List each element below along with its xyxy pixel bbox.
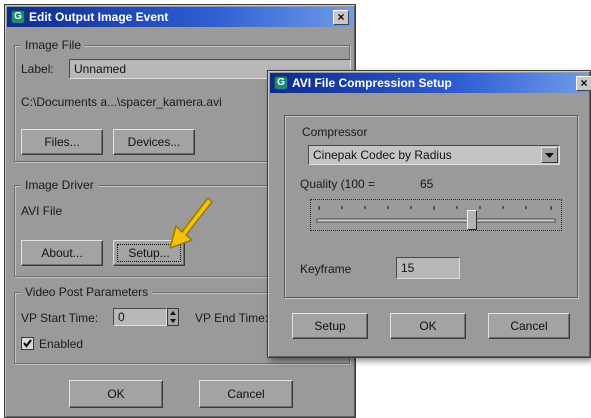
avi-compression-setup-dialog: G AVI File Compression Setup × Compresso… [267, 70, 591, 358]
cancel-button[interactable]: Cancel [199, 380, 293, 408]
compressor-select[interactable]: Cinepak Codec by Radius [308, 145, 560, 165]
ok-button[interactable]: OK [69, 380, 163, 408]
avi-close-button[interactable]: × [576, 76, 591, 91]
avi-setup-button[interactable]: Setup [292, 313, 368, 339]
compressor-caption: Compressor [302, 125, 368, 139]
dialog-title: Edit Output Image Event [29, 10, 169, 24]
avi-cancel-button[interactable]: Cancel [488, 313, 570, 339]
devices-button[interactable]: Devices... [113, 129, 195, 155]
keyframe-field[interactable]: 15 [396, 257, 460, 279]
enabled-label: Enabled [39, 337, 84, 351]
quality-slider[interactable] [310, 199, 562, 231]
video-post-group-label: Video Post Parameters [21, 285, 153, 299]
quality-value: 65 [420, 177, 434, 191]
files-button[interactable]: Files... [21, 129, 103, 155]
quality-caption: Quality (100 = [300, 177, 376, 191]
chevron-down-icon[interactable] [541, 147, 558, 163]
driver-name: AVI File [21, 204, 63, 218]
slider-thumb[interactable] [466, 210, 477, 230]
app-icon: G [11, 10, 25, 24]
close-button[interactable]: × [333, 10, 349, 25]
avi-ok-button[interactable]: OK [390, 313, 466, 339]
image-driver-group-label: Image Driver [21, 178, 98, 192]
compressor-selected-value: Cinepak Codec by Radius [313, 148, 452, 162]
pointer-arrow-icon [169, 197, 213, 249]
label-caption: Label: [21, 62, 54, 76]
checkmark-icon [23, 339, 32, 348]
avi-dialog-title: AVI File Compression Setup [292, 76, 452, 90]
slider-ticks [316, 206, 556, 223]
enabled-checkbox[interactable] [21, 337, 34, 350]
spinner-arrows-icon[interactable] [167, 308, 179, 326]
avi-title-bar[interactable]: G AVI File Compression Setup [270, 73, 588, 93]
about-button[interactable]: About... [21, 240, 103, 266]
avi-app-icon: G [274, 76, 288, 90]
vp-start-caption: VP Start Time: [21, 311, 99, 325]
vp-start-field[interactable]: 0 [113, 308, 167, 326]
vp-end-caption: VP End Time: [195, 311, 269, 325]
image-file-group-label: Image File [21, 38, 86, 52]
title-bar[interactable]: G Edit Output Image Event [7, 7, 353, 27]
file-path: C:\Documents a...\spacer_kamera.avi [21, 95, 222, 109]
keyframe-caption: Keyframe [300, 262, 352, 276]
